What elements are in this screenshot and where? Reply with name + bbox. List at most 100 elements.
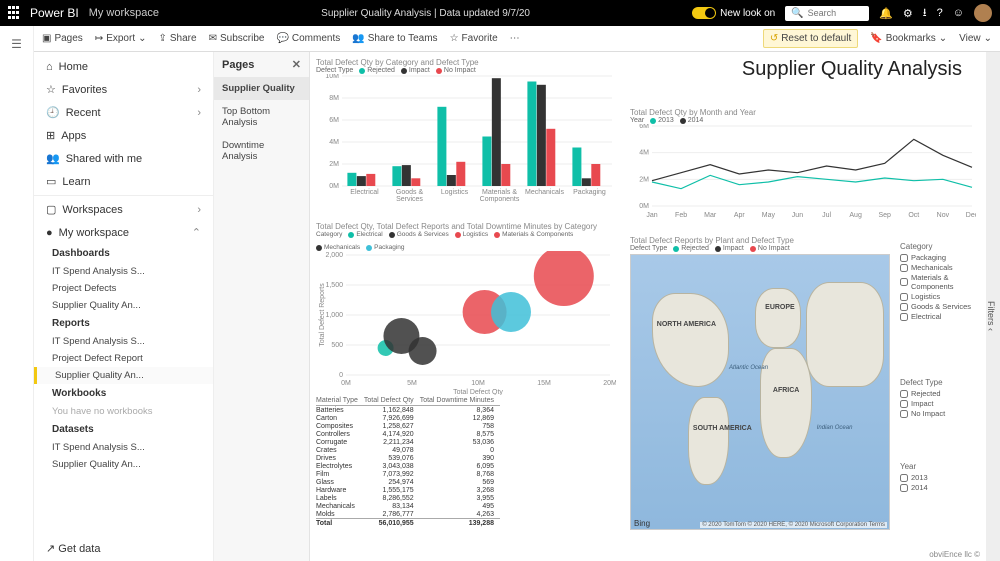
svg-text:0M: 0M xyxy=(341,380,351,387)
export-menu[interactable]: ↦ Export ⌄ xyxy=(95,33,147,44)
bar-legend: Defect Type Rejected Impact No Impact xyxy=(316,67,616,74)
world-map[interactable]: NORTH AMERICA EUROPE AFRICA SOUTH AMERIC… xyxy=(630,254,890,530)
nav-item[interactable]: IT Spend Analysis S... xyxy=(34,439,213,456)
svg-text:0: 0 xyxy=(339,372,343,379)
comments-button[interactable]: 💬 Comments xyxy=(276,33,340,44)
view-menu[interactable]: View ⌄ xyxy=(959,33,992,44)
notifications-icon[interactable]: 🔔 xyxy=(879,7,893,20)
slicer-item[interactable]: Materials & Components xyxy=(900,273,980,291)
download-icon[interactable]: ⭳ xyxy=(923,4,927,23)
nav-myworkspace[interactable]: ● My workspace⌃ xyxy=(34,221,213,244)
nav-item[interactable]: Supplier Quality An... xyxy=(34,297,213,314)
slicer-item[interactable]: Goods & Services xyxy=(900,302,980,311)
report-header-center: Supplier Quality Analysis | Data updated… xyxy=(159,8,692,19)
chart-title: Total Defect Qty, Total Defect Reports a… xyxy=(316,222,616,231)
nav-shared[interactable]: 👥 Shared with me xyxy=(34,147,213,170)
app-launcher-icon[interactable] xyxy=(8,6,22,20)
share-button[interactable]: ⇪ Share xyxy=(159,33,197,44)
line-chart-visual[interactable]: Total Defect Qty by Month and Year Year … xyxy=(630,108,976,228)
table-visual[interactable]: Material TypeTotal Defect QtyTotal Downt… xyxy=(316,396,616,556)
nav-home[interactable]: ⌂ Home xyxy=(34,56,213,78)
bookmarks-menu[interactable]: 🔖 Bookmarks ⌄ xyxy=(870,33,947,44)
slicer-item[interactable]: Packaging xyxy=(900,253,980,262)
line-chart-svg: 0M2M4M6MJanFebMarAprMayJunJulAugSepOctNo… xyxy=(630,124,976,220)
slicer-item[interactable]: Electrical xyxy=(900,312,980,321)
nav-item[interactable]: IT Spend Analysis S... xyxy=(34,263,213,280)
filters-pane-collapsed[interactable]: Filters ‹ xyxy=(986,52,1000,561)
chart-title: Total Defect Qty by Category and Defect … xyxy=(316,58,616,67)
reset-button[interactable]: ↺ Reset to default xyxy=(763,29,858,48)
pages-pane: Pages✕ Supplier QualityTop Bottom Analys… xyxy=(214,52,310,561)
search-icon: 🔍 xyxy=(791,8,803,19)
nav-item[interactable]: Supplier Quality An... xyxy=(34,367,213,384)
slicer-category[interactable]: Category Packaging Mechanicals Materials… xyxy=(900,242,980,322)
nav-item[interactable]: IT Spend Analysis S... xyxy=(34,333,213,350)
svg-text:Feb: Feb xyxy=(675,212,687,219)
nav-recent[interactable]: 🕘 Recent› xyxy=(34,101,213,124)
report-title: Supplier Quality Analysis xyxy=(742,58,962,81)
nav-item[interactable]: Project Defects xyxy=(34,280,213,297)
subscribe-button[interactable]: ✉ Subscribe xyxy=(209,33,265,44)
workspace-breadcrumb[interactable]: My workspace xyxy=(89,7,159,19)
svg-text:Logistics: Logistics xyxy=(441,189,469,196)
svg-text:0M: 0M xyxy=(329,183,339,190)
slicer-item[interactable]: Logistics xyxy=(900,292,980,301)
pages-toggle[interactable]: ▣ Pages xyxy=(42,33,83,44)
more-menu[interactable]: ⋯ xyxy=(510,33,520,44)
svg-text:Sep: Sep xyxy=(878,212,891,219)
page-tab[interactable]: Supplier Quality xyxy=(214,77,309,100)
svg-text:10M: 10M xyxy=(471,380,485,387)
svg-text:2,000: 2,000 xyxy=(325,252,343,259)
svg-text:Services: Services xyxy=(396,196,423,203)
slicer-item[interactable]: Impact xyxy=(900,399,980,408)
new-look-toggle[interactable] xyxy=(692,7,716,19)
svg-text:Apr: Apr xyxy=(734,212,746,219)
nav-apps[interactable]: ⊞ Apps xyxy=(34,124,213,147)
page-tab[interactable]: Downtime Analysis xyxy=(214,134,309,168)
bing-logo: Bing xyxy=(634,519,650,528)
share-teams-button[interactable]: 👥 Share to Teams xyxy=(352,33,437,44)
slicer-item[interactable]: 2013 xyxy=(900,473,980,482)
map-attribution: © 2020 TomTom © 2020 HERE, © 2020 Micros… xyxy=(700,522,887,528)
help-icon[interactable]: ? xyxy=(937,7,943,19)
slicer-year[interactable]: Year 2013 2014 xyxy=(900,462,980,493)
slicer-item[interactable]: Mechanicals xyxy=(900,263,980,272)
global-search[interactable]: 🔍 xyxy=(785,6,869,21)
scatter-chart-visual[interactable]: Total Defect Qty, Total Defect Reports a… xyxy=(316,222,616,390)
nav-favorites[interactable]: ☆ Favorites› xyxy=(34,78,213,101)
close-icon[interactable]: ✕ xyxy=(292,58,301,71)
svg-text:8M: 8M xyxy=(329,95,339,102)
svg-text:6M: 6M xyxy=(639,124,649,130)
map-visual[interactable]: Total Defect Reports by Plant and Defect… xyxy=(630,236,890,536)
svg-text:Goods &: Goods & xyxy=(396,189,424,196)
svg-text:1,000: 1,000 xyxy=(325,312,343,319)
svg-text:2M: 2M xyxy=(639,176,649,183)
new-look-label: New look on xyxy=(720,8,775,19)
feedback-icon[interactable]: ☺ xyxy=(953,7,964,19)
nav-item[interactable]: Supplier Quality An... xyxy=(34,456,213,473)
bar-chart-visual[interactable]: Total Defect Qty by Category and Defect … xyxy=(316,58,616,216)
nav-learn[interactable]: ▭ Learn xyxy=(34,170,213,193)
svg-text:Dec: Dec xyxy=(966,212,976,219)
scatter-chart-svg: 05001,0001,5002,0000M5M10M15M20MTotal De… xyxy=(316,251,616,395)
nav-workspaces[interactable]: ▢ Workspaces› xyxy=(34,198,213,221)
left-nav: ⌂ Home ☆ Favorites› 🕘 Recent› ⊞ Apps 👥 S… xyxy=(34,52,214,561)
svg-text:Nov: Nov xyxy=(937,212,950,219)
settings-icon[interactable]: ⚙ xyxy=(903,7,913,20)
nav-item[interactable]: Project Defect Report xyxy=(34,350,213,367)
svg-text:4M: 4M xyxy=(639,150,649,157)
slicer-item[interactable]: Rejected xyxy=(900,389,980,398)
page-tab[interactable]: Top Bottom Analysis xyxy=(214,100,309,134)
get-data-button[interactable]: ↗ Get data xyxy=(46,542,100,555)
user-avatar[interactable] xyxy=(974,4,992,22)
favorite-button[interactable]: ☆ Favorite xyxy=(450,33,498,44)
slicer-item[interactable]: 2014 xyxy=(900,483,980,492)
hamburger-icon[interactable]: ☰ xyxy=(0,32,33,56)
nav-group-header: Reports xyxy=(34,314,213,333)
slicer-item[interactable]: No Impact xyxy=(900,409,980,418)
svg-text:500: 500 xyxy=(331,342,343,349)
search-input[interactable] xyxy=(808,8,858,18)
nav-group-header: Workbooks xyxy=(34,384,213,403)
svg-text:5M: 5M xyxy=(407,380,417,387)
slicer-defect-type[interactable]: Defect Type Rejected Impact No Impact xyxy=(900,378,980,419)
